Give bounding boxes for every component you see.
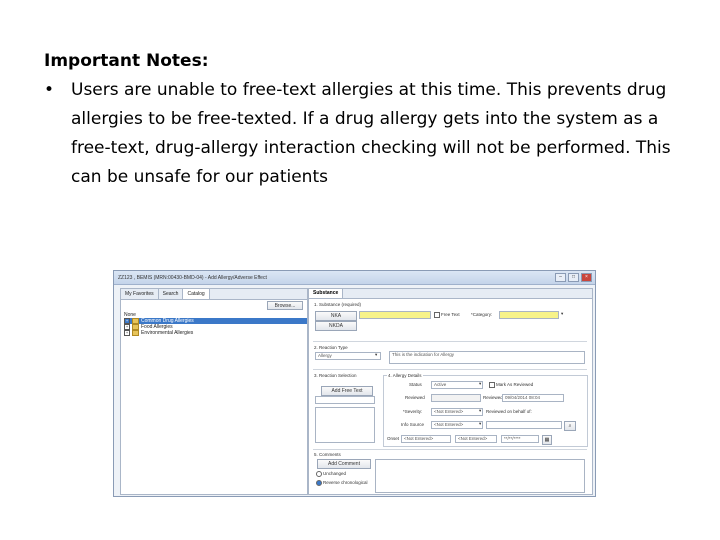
browse-button[interactable]: Browse... [267, 301, 303, 310]
severity-select[interactable]: <Not Entered> [431, 408, 483, 416]
reaction-search-input[interactable] [315, 396, 375, 404]
minimize-icon[interactable]: – [555, 273, 566, 282]
right-panel: Substance 1. Substance (required) NKA NK… [308, 288, 593, 495]
tab-substance[interactable]: Substance [309, 289, 344, 298]
onset-label: Onset [387, 436, 400, 441]
left-panel: My Favorites Search Catalog Browse... No… [120, 288, 308, 495]
search-icon[interactable]: ⌕ [564, 421, 576, 431]
nkda-button[interactable]: NKDA [315, 321, 357, 331]
note-text: Users are unable to free-text allergies … [71, 80, 671, 187]
maximize-icon[interactable]: □ [568, 273, 579, 282]
section-allergy-details-label: 4. Allergy Details [387, 373, 423, 378]
divider [313, 449, 587, 450]
reaction-description: This is the indication for Allergy [389, 351, 585, 364]
reviewed-date-input[interactable]: 09/04/2014 08:04 [502, 394, 564, 402]
important-notes: Important Notes: • Users are unable to f… [44, 46, 704, 192]
tree-item[interactable]: + Environmental Allergies [124, 330, 307, 336]
radio-unchanged-label: Unchanged [323, 471, 347, 476]
reaction-type-select[interactable]: Allergy [315, 352, 381, 360]
divider [313, 369, 587, 370]
tab-search[interactable]: Search [159, 289, 184, 299]
tab-catalog[interactable]: Catalog [183, 289, 210, 299]
status-select[interactable]: Active [431, 381, 483, 389]
chevron-down-icon[interactable]: ▾ [479, 381, 481, 387]
info-source-select[interactable]: <Not Entered> [431, 421, 483, 429]
free-text-checkbox[interactable] [434, 312, 440, 318]
reaction-list[interactable] [315, 407, 375, 443]
folder-icon [132, 330, 139, 336]
reviewed-date-label: Reviewed [483, 395, 503, 400]
window-title: ZZ123 , BEMIS (MRN:00430-BMD-04) - Add A… [118, 274, 267, 281]
category-select[interactable] [499, 311, 559, 319]
chevron-down-icon[interactable]: ▾ [375, 352, 377, 358]
add-comment-button[interactable]: Add Comment [317, 459, 371, 469]
onset-date-input[interactable]: **/**/**** [501, 435, 539, 443]
section-reaction-type-label: 2. Reaction Type [314, 345, 348, 350]
info-source-label: Info Source [401, 422, 425, 427]
section-substance-label: 1. Substance (required) [314, 302, 362, 307]
reviewed-on-behalf-label: Reviewed on behalf of: [486, 409, 532, 414]
onset-select-2[interactable]: <Not Entered> [455, 435, 497, 443]
mark-reviewed-label: Mark As Reviewed [496, 382, 534, 387]
severity-label: *Severity: [403, 409, 423, 414]
allergy-window-screenshot: ZZ123 , BEMIS (MRN:00430-BMD-04) - Add A… [113, 270, 596, 497]
nka-button[interactable]: NKA [315, 311, 357, 321]
close-icon[interactable]: × [581, 273, 592, 282]
reviewed-by-input[interactable] [486, 421, 562, 429]
mark-reviewed-checkbox[interactable] [489, 382, 495, 388]
bullet-marker: • [44, 80, 55, 100]
divider [313, 341, 587, 342]
comments-area[interactable] [375, 459, 585, 493]
calendar-icon[interactable]: ▦ [542, 435, 552, 445]
chevron-down-icon[interactable]: ▾ [561, 311, 563, 317]
tab-my-favorites[interactable]: My Favorites [121, 289, 159, 299]
radio-reverse-chronological[interactable] [316, 480, 322, 486]
radio-unchanged[interactable] [316, 471, 322, 477]
allergy-tree: None + Common Drug Allergies + Food Alle… [121, 312, 307, 336]
note-bullet-item: • Users are unable to free-text allergie… [44, 76, 704, 192]
window-titlebar: ZZ123 , BEMIS (MRN:00430-BMD-04) - Add A… [114, 271, 595, 285]
left-tabs: My Favorites Search Catalog [121, 289, 307, 300]
section-reaction-selection-label: 3. Reaction Selection [314, 373, 357, 378]
status-label: Status [409, 382, 422, 387]
expand-icon[interactable]: + [124, 330, 130, 336]
reviewed-label: Reviewed [405, 395, 425, 400]
chevron-down-icon[interactable]: ▾ [479, 408, 481, 414]
substance-input[interactable] [359, 311, 431, 319]
free-text-label: Free Text [441, 312, 460, 317]
chevron-down-icon[interactable]: ▾ [479, 421, 481, 427]
radio-reverse-chronological-label: Reverse chronological [323, 480, 368, 485]
notes-heading: Important Notes: [44, 51, 209, 71]
reviewed-field [431, 394, 481, 402]
onset-select-1[interactable]: <Not Entered> [401, 435, 451, 443]
category-label: *Category: [471, 312, 493, 317]
section-comments-label: 5. Comments [314, 452, 341, 457]
add-free-text-button[interactable]: Add Free Text [321, 386, 373, 396]
